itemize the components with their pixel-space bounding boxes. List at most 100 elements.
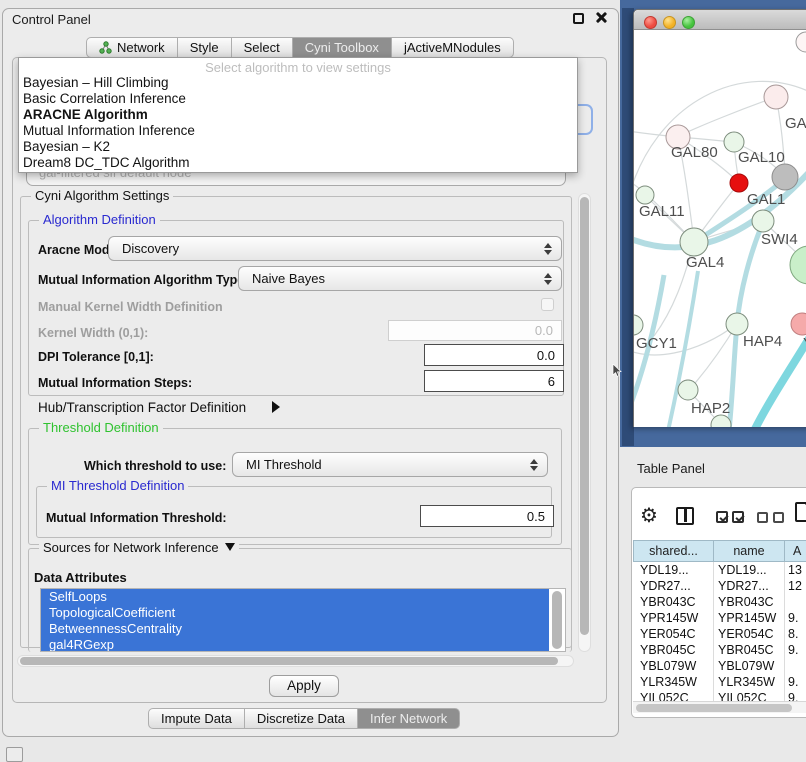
dropdown-item[interactable]: Dream8 DC_TDC Algorithm: [19, 155, 577, 171]
node-gal4[interactable]: [680, 228, 708, 256]
cell: YDL19...: [640, 563, 689, 577]
columns-icon[interactable]: [676, 507, 694, 525]
node-selected-red[interactable]: [730, 174, 748, 192]
settings-vertical-scrollbar-thumb[interactable]: [580, 197, 589, 635]
table-row[interactable]: YER054CYER054C8.: [633, 626, 806, 642]
table-horizontal-scrollbar-thumb[interactable]: [636, 704, 792, 712]
data-attributes-list: SelfLoops TopologicalCoefficient Between…: [40, 588, 566, 652]
list-item[interactable]: gal4RGexp: [41, 637, 549, 652]
node-hap4[interactable]: [726, 313, 748, 335]
aracne-mode-combobox[interactable]: Discovery: [108, 236, 562, 261]
table-row[interactable]: YDL19... YDL19... 13: [633, 562, 806, 578]
settings-horizontal-scrollbar[interactable]: [17, 655, 574, 667]
table-row[interactable]: YIL052CYIL052C9.: [633, 690, 806, 701]
node[interactable]: [764, 85, 788, 109]
node-bright-green[interactable]: [790, 246, 806, 284]
minimized-panel-button[interactable]: [6, 747, 23, 762]
expand-arrow-icon[interactable]: [272, 401, 280, 413]
float-window-icon[interactable]: [573, 13, 584, 24]
tab-select[interactable]: Select: [232, 37, 293, 58]
zoom-traffic-light-icon[interactable]: [682, 16, 695, 29]
tab-impute-data-label: Impute Data: [161, 711, 232, 726]
minimize-traffic-light-icon[interactable]: [663, 16, 676, 29]
network-graph: GAL GAL80 GAL10 GAL1 GAL11 SWI4 GAL4 GCY…: [634, 31, 806, 427]
node-hap2[interactable]: [678, 380, 698, 400]
manual-kernel-checkbox[interactable]: [541, 298, 554, 311]
cell: YDL19...: [718, 563, 767, 577]
dropdown-item[interactable]: Mutual Information Inference: [19, 123, 577, 139]
which-threshold-combobox[interactable]: MI Threshold: [232, 452, 548, 477]
settings-horizontal-scrollbar-thumb[interactable]: [20, 657, 558, 665]
deselect-all-icon-2[interactable]: [773, 512, 784, 523]
cell: 13: [788, 563, 802, 577]
table-row[interactable]: YBR043CYBR043C: [633, 594, 806, 610]
spinner-arrows-icon: [544, 243, 552, 255]
algorithm-combobox-fragment[interactable]: [578, 104, 593, 135]
column-divider: [713, 562, 714, 701]
hub-section-label[interactable]: Hub/Transcription Factor Definition: [38, 400, 246, 415]
kernel-width-field[interactable]: 0.0: [388, 320, 562, 341]
dpi-tolerance-field[interactable]: 0.0: [424, 344, 564, 366]
settings-vertical-scrollbar[interactable]: [578, 193, 591, 652]
table-row[interactable]: YPR145WYPR145W9.: [633, 610, 806, 626]
table-row[interactable]: YLR345WYLR345W9.: [633, 674, 806, 690]
tab-impute-data[interactable]: Impute Data: [148, 708, 245, 729]
tab-cyni-toolbox[interactable]: Cyni Toolbox: [293, 37, 392, 58]
list-scrollbar-thumb[interactable]: [552, 591, 562, 649]
document-icon[interactable]: [795, 502, 806, 522]
cell: YPR145W: [640, 611, 698, 625]
tab-discretize-data[interactable]: Discretize Data: [245, 708, 358, 729]
cell: YBR045C: [718, 643, 774, 657]
mi-threshold-field[interactable]: 0.5: [420, 505, 554, 527]
mi-type-combobox[interactable]: Naive Bayes: [238, 266, 562, 291]
node-swi4[interactable]: [752, 210, 774, 232]
algorithm-dropdown-list: Select algorithm to view settings Bayesi…: [18, 57, 578, 173]
spinner-arrows-icon: [530, 459, 538, 471]
dropdown-item[interactable]: Bayesian – K2: [19, 139, 577, 155]
dropdown-item[interactable]: Bayesian – Hill Climbing: [19, 75, 577, 91]
tab-network[interactable]: Network: [86, 37, 178, 58]
network-nodes[interactable]: [634, 32, 806, 427]
deselect-all-icon[interactable]: [757, 512, 768, 523]
network-window-titlebar[interactable]: [634, 10, 806, 30]
network-canvas[interactable]: GAL GAL80 GAL10 GAL1 GAL11 SWI4 GAL4 GCY…: [634, 31, 806, 427]
close-traffic-light-icon[interactable]: [644, 16, 657, 29]
node-gcy1[interactable]: [634, 315, 643, 335]
column-header-shared-name[interactable]: shared...: [633, 540, 714, 562]
node[interactable]: [796, 32, 806, 52]
network-labels: GAL GAL80 GAL10 GAL1 GAL11 SWI4 GAL4 GCY…: [636, 115, 806, 417]
column-header-name[interactable]: name: [713, 540, 785, 562]
cell: YLR345W: [718, 675, 775, 689]
node-gal11[interactable]: [636, 186, 654, 204]
which-threshold-label: Which threshold to use:: [84, 459, 226, 473]
list-item[interactable]: BetweennessCentrality: [41, 621, 549, 637]
cell: YBR043C: [718, 595, 774, 609]
select-all-icon[interactable]: [716, 511, 728, 523]
collapse-arrow-icon[interactable]: [225, 543, 235, 551]
list-item[interactable]: TopologicalCoefficient: [41, 605, 549, 621]
node-gray[interactable]: [772, 164, 798, 190]
table-row[interactable]: YBL079WYBL079W: [633, 658, 806, 674]
dropdown-placeholder: Select algorithm to view settings: [19, 58, 577, 75]
close-icon[interactable]: [595, 11, 608, 24]
gear-icon[interactable]: ⚙: [640, 503, 658, 528]
tab-infer-network[interactable]: Infer Network: [358, 708, 460, 729]
table-row[interactable]: YBR045CYBR045C9.: [633, 642, 806, 658]
apply-button[interactable]: Apply: [269, 675, 339, 697]
tab-style[interactable]: Style: [178, 37, 232, 58]
network-view-window: GAL GAL80 GAL10 GAL1 GAL11 SWI4 GAL4 GCY…: [633, 9, 806, 427]
mouse-cursor-icon: [612, 364, 622, 377]
dropdown-item-selected[interactable]: ARACNE Algorithm: [19, 107, 577, 123]
table-horizontal-scrollbar[interactable]: [633, 701, 806, 713]
network-icon: [99, 41, 112, 54]
node-salmon[interactable]: [791, 313, 806, 335]
node-label: HAP4: [743, 333, 782, 350]
column-header-clipped[interactable]: A: [784, 540, 806, 562]
select-all-icon-2[interactable]: [732, 511, 744, 523]
table-row[interactable]: YDR27...YDR27...12: [633, 578, 806, 594]
mi-steps-field[interactable]: 6: [424, 370, 564, 392]
tab-jactivemnodules[interactable]: jActiveMNodules: [392, 37, 514, 58]
list-item[interactable]: SelfLoops: [41, 589, 549, 605]
dropdown-item[interactable]: Basic Correlation Inference: [19, 91, 577, 107]
mi-threshold-definition-title: MI Threshold Definition: [47, 478, 188, 493]
